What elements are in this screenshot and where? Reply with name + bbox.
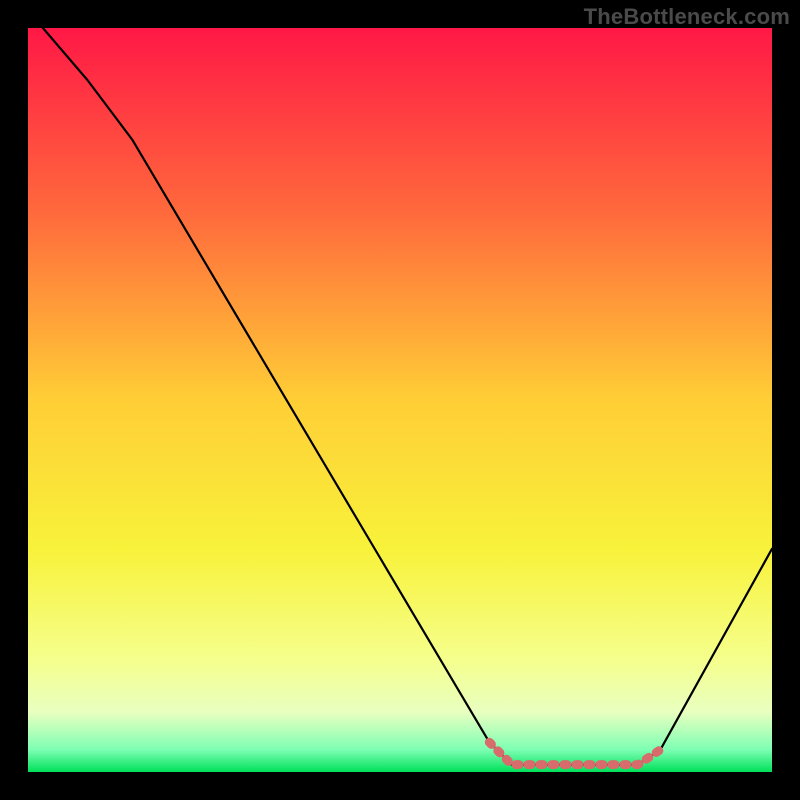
chart-frame: TheBottleneck.com <box>0 0 800 800</box>
bottleneck-chart <box>0 0 800 800</box>
plot-background <box>28 28 772 772</box>
watermark-text: TheBottleneck.com <box>584 4 790 30</box>
